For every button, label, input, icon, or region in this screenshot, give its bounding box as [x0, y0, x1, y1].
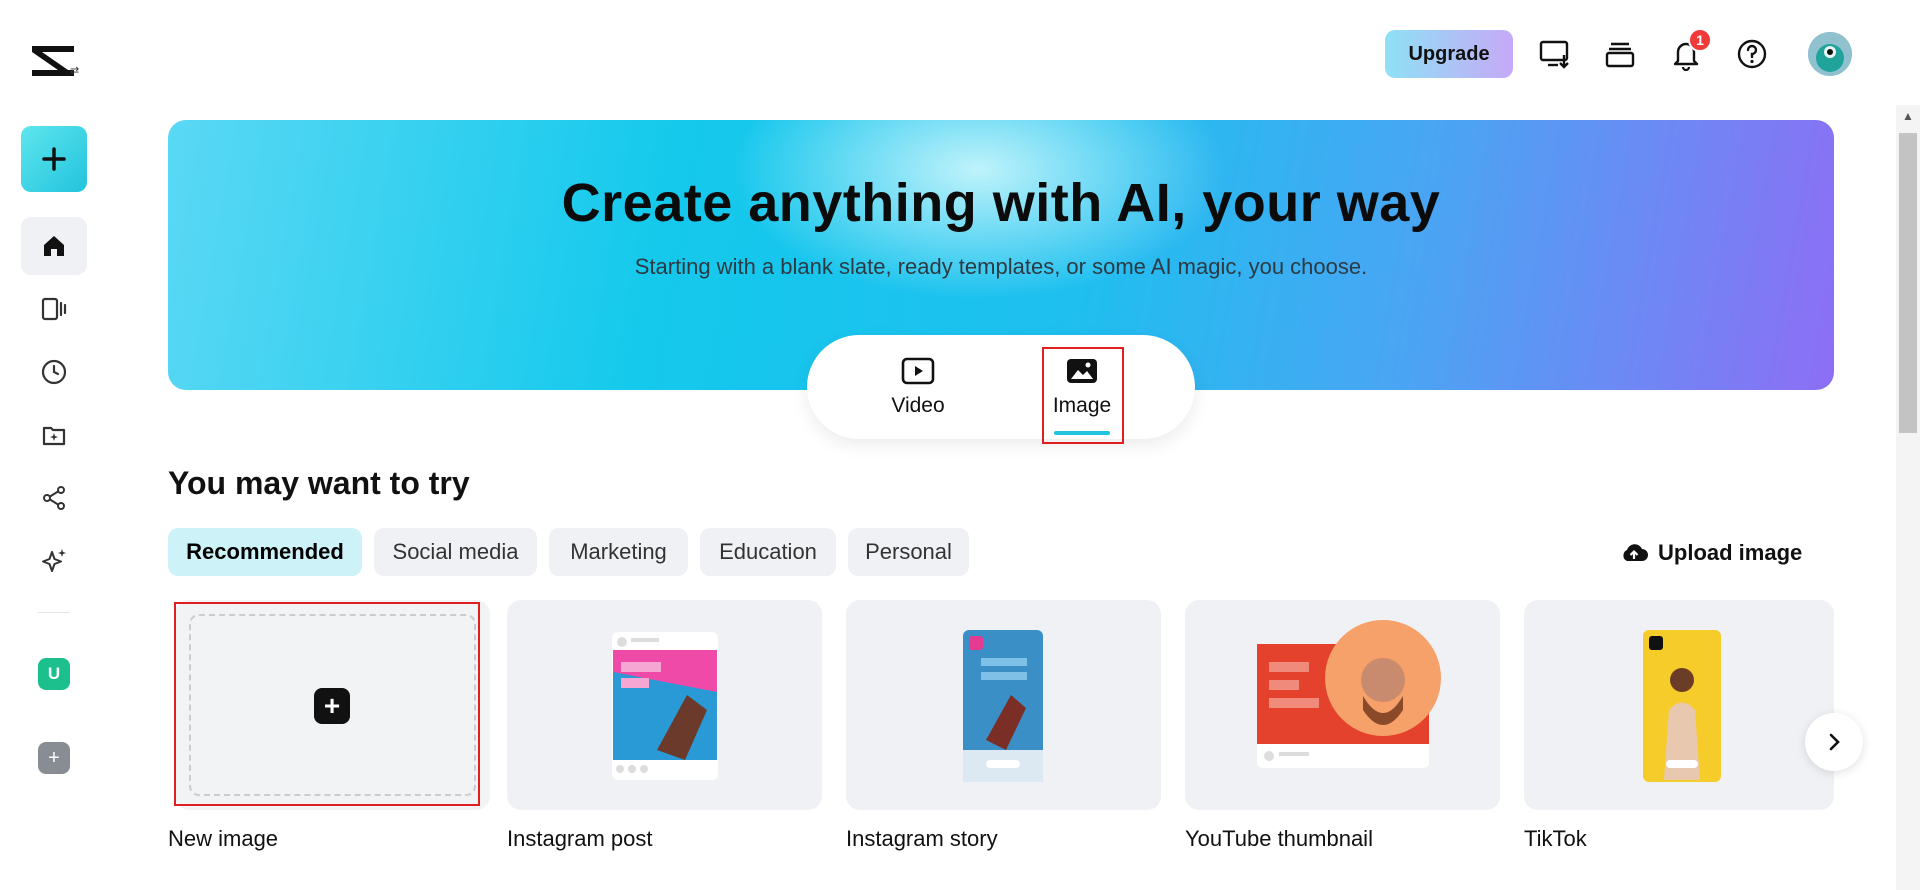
swap-icon[interactable]: ⇄ — [70, 64, 79, 77]
home-icon — [44, 236, 64, 256]
templates-icon — [41, 297, 67, 321]
chip-recommended[interactable]: Recommended — [168, 528, 362, 576]
carousel-next-button[interactable] — [1805, 713, 1863, 771]
youtube-thumbnail-preview — [1257, 620, 1441, 768]
sidebar-divider — [38, 612, 70, 613]
hero-subtitle: Starting with a blank slate, ready templ… — [634, 254, 1368, 279]
capcut-logo[interactable] — [28, 36, 84, 86]
cloud-upload-icon — [1623, 544, 1648, 561]
inbox-button[interactable] — [1600, 34, 1640, 74]
video-play-icon — [901, 357, 935, 385]
chip-social-media[interactable]: Social media — [374, 528, 537, 576]
card-youtube-thumbnail[interactable] — [1185, 600, 1500, 810]
sidebar: ⇄ U + — [0, 0, 108, 890]
notification-count-badge: 1 — [1688, 28, 1712, 52]
instagram-post-preview — [612, 632, 718, 780]
chip-education[interactable]: Education — [700, 528, 836, 576]
add-workspace-button[interactable]: + — [38, 742, 70, 774]
upload-image-label: Upload image — [1658, 540, 1803, 565]
tiktok-preview — [1643, 630, 1721, 782]
sidebar-item-projects[interactable] — [21, 406, 87, 464]
card-label-tiktok: TikTok — [1524, 826, 1587, 851]
instagram-story-preview — [963, 630, 1043, 782]
page-scrollbar[interactable]: ▲ — [1896, 105, 1920, 890]
mode-video-tab[interactable]: Video — [868, 335, 968, 439]
app-root: ⇄ U + Upgrade 1 Create anything with AI,… — [0, 0, 1920, 890]
card-label-new-image: New image — [168, 826, 279, 851]
card-instagram-post[interactable] — [507, 600, 822, 810]
share-icon — [43, 486, 65, 510]
mode-video-label: Video — [891, 394, 945, 417]
chip-marketing[interactable]: Marketing — [549, 528, 688, 576]
card-tiktok[interactable] — [1524, 600, 1834, 810]
chip-personal[interactable]: Personal — [848, 528, 969, 576]
scroll-thumb[interactable] — [1899, 133, 1917, 433]
chevron-right-icon — [1829, 733, 1840, 751]
notifications-button[interactable]: 1 — [1666, 28, 1712, 74]
card-label-instagram-story: Instagram story — [846, 826, 998, 851]
section-title: You may want to try — [168, 465, 470, 501]
avatar-image — [1808, 32, 1852, 76]
upload-image-button[interactable]: Upload image — [1620, 534, 1802, 572]
workspace-avatar[interactable]: U — [38, 658, 70, 690]
image-tab-highlight — [1042, 347, 1124, 444]
help-icon — [1737, 39, 1767, 69]
create-new-button[interactable] — [21, 126, 87, 192]
scroll-up-icon[interactable]: ▲ — [1900, 109, 1916, 125]
upgrade-button[interactable]: Upgrade — [1385, 30, 1513, 78]
sidebar-item-templates[interactable] — [21, 280, 87, 338]
clock-icon — [41, 359, 67, 385]
card-label-instagram-post: Instagram post — [507, 826, 653, 851]
monitor-download-icon — [1539, 40, 1569, 69]
stack-icon — [1605, 42, 1635, 68]
plus-icon — [42, 147, 66, 171]
card-instagram-story[interactable] — [846, 600, 1161, 810]
mode-switch: Video Image — [807, 335, 1195, 439]
sidebar-item-home[interactable] — [21, 217, 87, 275]
sidebar-item-share[interactable] — [21, 469, 87, 527]
sparkle-icon — [42, 549, 66, 572]
new-image-highlight — [174, 602, 480, 806]
user-avatar[interactable] — [1808, 32, 1852, 76]
download-app-button[interactable] — [1535, 34, 1575, 74]
sidebar-item-ai[interactable] — [21, 532, 87, 590]
sidebar-item-recent[interactable] — [21, 343, 87, 401]
help-button[interactable] — [1732, 34, 1772, 74]
hero-title: Create anything with AI, your way — [561, 173, 1441, 233]
folder-sparkle-icon — [42, 426, 66, 446]
card-label-youtube-thumbnail: YouTube thumbnail — [1185, 826, 1373, 851]
